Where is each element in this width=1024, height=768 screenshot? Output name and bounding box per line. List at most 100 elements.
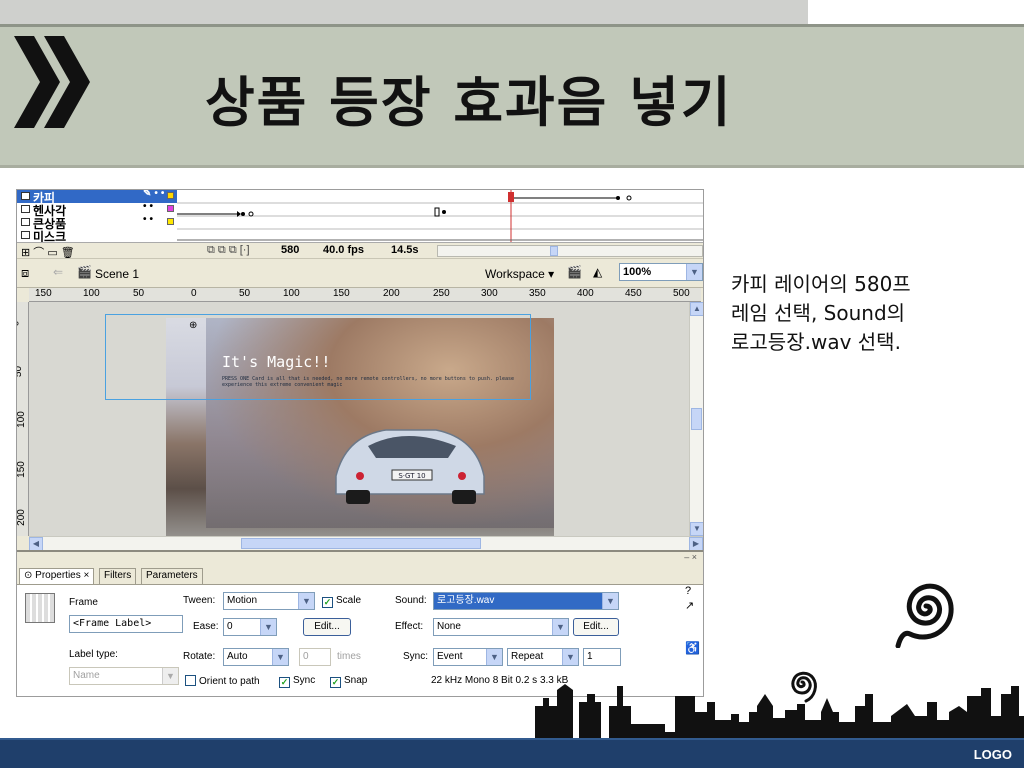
spiral-icon: [895, 583, 954, 648]
scroll-thumb[interactable]: [241, 538, 481, 549]
label-type-select[interactable]: Name ▼: [69, 667, 179, 685]
layer-visibility-dots[interactable]: ••: [143, 201, 156, 212]
chevron-down-icon[interactable]: ▼: [162, 668, 178, 684]
scene-name[interactable]: Scene 1: [95, 267, 139, 281]
stage[interactable]: S·GT 10 It's Magic!! PRESS ONE Card is a…: [29, 302, 689, 536]
tab-parameters[interactable]: Parameters: [141, 568, 203, 584]
tween-select[interactable]: Motion ▼: [223, 592, 315, 610]
current-frame: 580: [281, 244, 300, 256]
layer-icon: [21, 231, 30, 239]
repeat-value: Repeat: [511, 651, 544, 662]
tween-label: Tween:: [183, 595, 216, 606]
edit-symbol-icon[interactable]: ◭: [593, 265, 602, 279]
frame-label-input[interactable]: <Frame Label>: [69, 615, 183, 633]
ease-value: 0: [227, 621, 233, 632]
ruler-tick: 50: [17, 365, 25, 378]
label-type-value: Name: [73, 670, 100, 681]
layer-big-product[interactable]: 큰상품 ••: [17, 214, 177, 231]
repeat-count-input[interactable]: 1: [583, 648, 621, 666]
edit-scene-icon[interactable]: 🎬: [567, 265, 582, 279]
stage-horizontal-scrollbar[interactable]: ◀ ▶: [29, 536, 703, 551]
logo: LOGO: [973, 747, 1012, 762]
scroll-thumb[interactable]: [550, 246, 558, 256]
rotate-times-input[interactable]: 0: [299, 648, 331, 666]
checkbox-empty-icon: [185, 675, 196, 686]
scale-label: Scale: [336, 595, 362, 606]
chevron-left-icon[interactable]: ◀: [29, 537, 43, 551]
chevron-down-icon[interactable]: ▼: [562, 649, 578, 665]
slide: 상품 등장 효과음 넣기 카피 ✎•• 헨사각 •• 큰상품 •• 미스크 ⊞ …: [0, 0, 1024, 768]
ruler-vertical: 0 50 100 150 200: [17, 302, 29, 536]
chevron-down-icon[interactable]: ▼: [272, 649, 288, 665]
chevron-down-icon[interactable]: ▼: [260, 619, 276, 635]
ease-edit-button[interactable]: Edit...: [303, 618, 351, 636]
sync-checkbox[interactable]: ✓ Sync: [279, 675, 315, 688]
ruler-tick: 450: [625, 288, 642, 299]
panel-close-icon[interactable]: – ×: [684, 552, 697, 562]
zoom-select[interactable]: 100% ▼: [619, 263, 703, 281]
sound-select[interactable]: 로고등장.wav ▼: [433, 592, 619, 610]
ruler-tick: 100: [283, 288, 300, 299]
chevron-up-icon[interactable]: ▲: [690, 302, 703, 316]
back-arrow-icon[interactable]: ⇐: [53, 265, 63, 279]
ease-label: Ease:: [193, 621, 219, 632]
panel-tabs: ⊙ Properties × Filters Parameters: [17, 566, 703, 584]
ruler-tick: 0: [17, 321, 21, 327]
rotate-select[interactable]: Auto ▼: [223, 648, 289, 666]
stage-icon: ⧈: [21, 265, 30, 280]
footer-bar: LOGO: [0, 738, 1024, 768]
rotate-value: Auto: [227, 651, 248, 662]
effect-select[interactable]: None ▼: [433, 618, 569, 636]
layer-icon: [21, 192, 30, 200]
timeline: 카피 ✎•• 헨사각 •• 큰상품 •• 미스크 ⊞ ⌒ ▭ 🗑 ⧉ ⧉ ⧉ […: [17, 190, 703, 259]
scale-checkbox[interactable]: ✓ Scale: [322, 595, 361, 608]
ruler-tick: 500: [673, 288, 690, 299]
scroll-thumb[interactable]: [691, 408, 702, 430]
timeline-statusbar: ⊞ ⌒ ▭ 🗑 ⧉ ⧉ ⧉ [·] 580 40.0 fps 14.5s: [17, 242, 703, 259]
page-title: 상품 등장 효과음 넣기: [205, 70, 733, 134]
repeat-select[interactable]: Repeat ▼: [507, 648, 579, 666]
chevron-right-icon[interactable]: ▶: [689, 537, 703, 551]
layer-visibility-dots[interactable]: ✎••: [143, 190, 167, 199]
effect-label: Effect:: [395, 621, 424, 632]
ruler-tick: 400: [577, 288, 594, 299]
ease-input[interactable]: 0 ▼: [223, 618, 277, 636]
timeline-frames[interactable]: [177, 190, 703, 242]
workspace-menu[interactable]: Workspace ▾: [485, 267, 554, 281]
layer-icon: [21, 205, 30, 213]
registration-crosshair-icon: ⊕: [189, 320, 198, 331]
chevron-down-icon[interactable]: ▼: [686, 264, 702, 280]
orient-to-path-checkbox[interactable]: Orient to path: [185, 675, 260, 687]
sync-value: Event: [437, 651, 463, 662]
layer-mask[interactable]: 미스크: [17, 229, 177, 242]
label-type-label: Label type:: [69, 649, 118, 660]
chevron-down-icon[interactable]: ▼: [602, 593, 618, 609]
stage-vertical-scrollbar[interactable]: ▲ ▼: [689, 302, 703, 536]
layer-visibility-dots[interactable]: ••: [143, 214, 156, 225]
elapsed-time: 14.5s: [391, 244, 419, 256]
tab-properties[interactable]: ⊙ Properties ×: [19, 568, 95, 584]
double-chevron-icon: [14, 36, 90, 128]
ruler-tick: 200: [383, 288, 400, 299]
effect-edit-button[interactable]: Edit...: [573, 618, 619, 636]
zoom-value: 100%: [623, 266, 652, 278]
expand-icon[interactable]: ↗: [685, 599, 694, 612]
tab-filters[interactable]: Filters: [99, 568, 137, 584]
license-plate: S·GT 10: [398, 472, 425, 480]
sync-select[interactable]: Event ▼: [433, 648, 503, 666]
chevron-down-icon[interactable]: ▼: [298, 593, 314, 609]
instruction-line: 로고등장.wav 선택.: [731, 330, 901, 354]
flash-screenshot: 카피 ✎•• 헨사각 •• 큰상품 •• 미스크 ⊞ ⌒ ▭ 🗑 ⧉ ⧉ ⧉ […: [16, 189, 704, 697]
help-icon[interactable]: ?: [685, 585, 691, 597]
chevron-down-icon[interactable]: ▼: [690, 522, 703, 536]
layer-color-box: [167, 218, 174, 225]
accessibility-icon[interactable]: ♿: [685, 641, 700, 655]
selection-rectangle[interactable]: [105, 314, 531, 400]
onion-skin-icon[interactable]: ⧉ ⧉ ⧉ [·]: [207, 244, 250, 257]
chevron-down-icon[interactable]: ▼: [486, 649, 502, 665]
instruction-text: 카피 레이어의 580프 레임 선택, Sound의 로고등장.wav 선택.: [731, 270, 1011, 357]
snap-checkbox[interactable]: ✓ Snap: [330, 675, 367, 688]
timeline-scrollbar[interactable]: [437, 245, 703, 257]
chevron-down-icon[interactable]: ▼: [552, 619, 568, 635]
frame-label: Frame: [69, 597, 98, 608]
